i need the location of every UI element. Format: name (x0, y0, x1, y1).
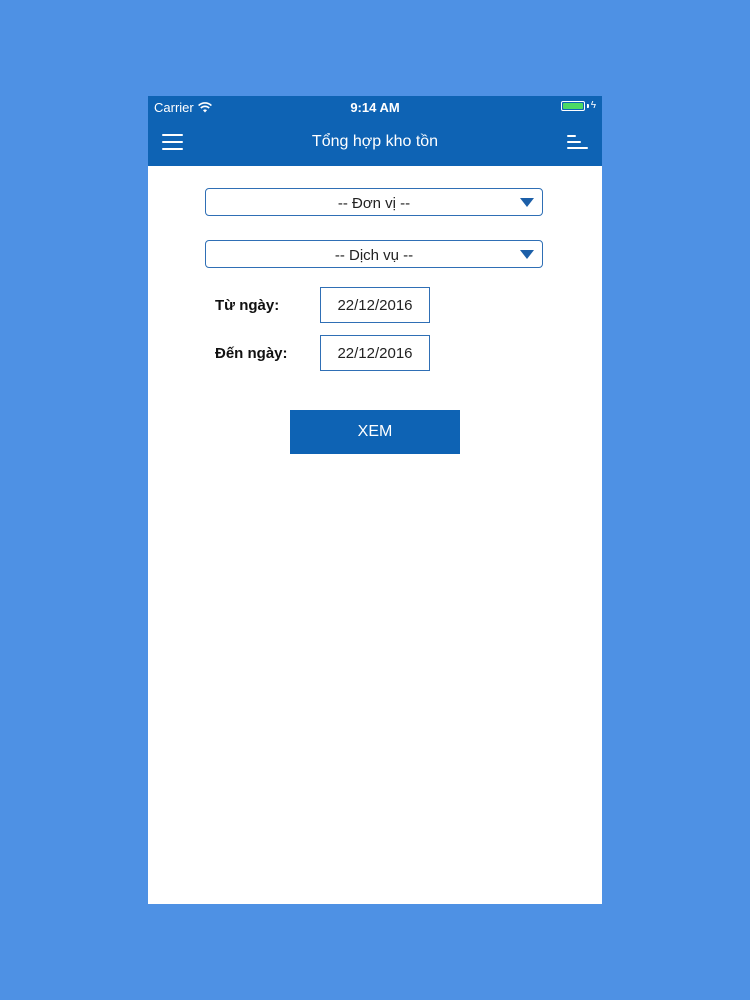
service-select-value: -- Dịch vụ -- (334, 247, 414, 264)
caret-down-icon (520, 250, 534, 259)
battery-icon (560, 101, 585, 111)
status-bar: Carrier 9:14 AM ϟ (148, 96, 602, 118)
unit-select[interactable]: -- Đơn vị -- (205, 188, 543, 216)
unit-select-value: -- Đơn vị -- (337, 195, 411, 212)
page-title: Tổng hợp kho tồn (311, 133, 439, 150)
caret-down-icon (520, 198, 534, 207)
charging-bolt-icon: ϟ (590, 100, 596, 111)
app-screen: Carrier 9:14 AM ϟ Tổng hợp kho tồn -- Đơ… (148, 96, 602, 904)
navigation-bar: Tổng hợp kho tồn (148, 118, 602, 166)
battery-level (562, 103, 583, 109)
service-select[interactable]: -- Dịch vụ -- (205, 240, 543, 268)
status-time: 9:14 AM (350, 100, 400, 115)
sort-icon[interactable] (567, 135, 588, 150)
to-date-input[interactable] (320, 335, 430, 371)
to-date-label: Đến ngày: (215, 345, 288, 362)
from-date-input[interactable] (320, 287, 430, 323)
from-date-label: Từ ngày: (215, 297, 280, 314)
battery-indicator: ϟ (560, 100, 596, 111)
view-button[interactable]: XEM (290, 410, 460, 454)
battery-tip (586, 104, 589, 108)
